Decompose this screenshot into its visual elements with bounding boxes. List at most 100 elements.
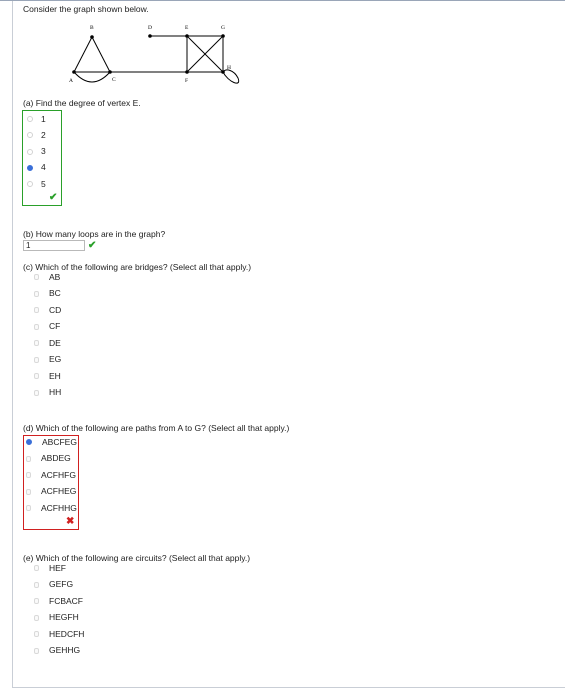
x-icon: ✖ xyxy=(66,516,75,527)
radio-button[interactable] xyxy=(27,132,33,139)
part-c-option-hh[interactable]: HH xyxy=(34,387,61,399)
option-label: ACFHFG xyxy=(41,469,76,480)
checkbox[interactable] xyxy=(34,565,39,571)
check-icon: ✔ xyxy=(49,192,58,203)
checkbox[interactable] xyxy=(34,323,39,330)
part-d-option-abcfeg[interactable]: ABCFEG xyxy=(26,436,77,448)
part-e-option-fcbacf[interactable]: FCBACF xyxy=(34,595,83,607)
checkbox[interactable] xyxy=(34,389,39,396)
part-a-question: (a) Find the degree of vertex E. xyxy=(23,98,141,108)
label-a: A xyxy=(69,78,73,84)
part-e-option-hef[interactable]: HEF xyxy=(34,562,66,574)
edge-bc xyxy=(91,36,111,73)
radio-button[interactable] xyxy=(27,148,33,155)
checkbox[interactable] xyxy=(26,488,31,495)
checkbox[interactable] xyxy=(34,598,39,604)
part-d-option-acfheg[interactable]: ACFHEG xyxy=(26,486,76,498)
radio-button[interactable] xyxy=(27,181,33,188)
option-label: HEF xyxy=(49,562,66,573)
loop-h xyxy=(222,69,240,84)
part-a-option-4[interactable]: 4 xyxy=(27,162,46,174)
label-g: G xyxy=(221,25,225,31)
part-c-option-de[interactable]: DE xyxy=(34,337,61,349)
option-label: ACFHEG xyxy=(41,486,77,496)
option-label: 1 xyxy=(41,113,46,124)
option-label: HEGFH xyxy=(49,612,79,622)
option-label: BC xyxy=(49,288,61,298)
option-label: EH xyxy=(49,370,61,381)
part-d-option-acfhhg[interactable]: ACFHHG xyxy=(26,502,77,514)
option-label: CD xyxy=(49,304,62,315)
option-label: ACFHHG xyxy=(41,502,77,513)
vertex-a xyxy=(72,70,76,74)
vertex-c xyxy=(108,70,112,74)
checkbox[interactable] xyxy=(34,340,39,346)
intro-text: Consider the graph shown below. xyxy=(23,4,149,14)
label-e: E xyxy=(185,25,189,31)
check-icon: ✔ xyxy=(88,240,97,251)
option-label: 4 xyxy=(41,162,46,173)
checkbox[interactable] xyxy=(26,439,32,445)
vertex-h xyxy=(221,70,225,74)
part-c-option-eg[interactable]: EG xyxy=(34,354,61,366)
option-label: HH xyxy=(49,387,62,397)
label-h: H xyxy=(227,65,231,71)
vertex-b xyxy=(90,35,94,39)
checkbox[interactable] xyxy=(34,614,39,621)
checkbox[interactable] xyxy=(26,472,31,478)
option-label: DE xyxy=(49,337,61,348)
part-e-option-hegfh[interactable]: HEGFH xyxy=(34,612,79,624)
checkbox[interactable] xyxy=(34,356,39,363)
part-d-option-abdeg[interactable]: ABDEG xyxy=(26,453,71,465)
option-label: GEHHG xyxy=(49,645,81,655)
label-d: D xyxy=(148,25,152,31)
option-label: 5 xyxy=(41,178,46,189)
option-label: 3 xyxy=(41,146,46,157)
edge-ab xyxy=(73,36,93,73)
label-c: C xyxy=(112,77,116,83)
part-a-option-2[interactable]: 2 xyxy=(27,129,46,141)
edge-ac-2 xyxy=(73,71,111,83)
part-c-option-cf[interactable]: CF xyxy=(34,321,60,333)
part-a-option-3[interactable]: 3 xyxy=(27,146,46,158)
part-d-option-acfhfg[interactable]: ACFHFG xyxy=(26,469,76,481)
option-label: 2 xyxy=(41,129,46,140)
part-e-option-gehhg[interactable]: GEHHG xyxy=(34,645,80,657)
part-c-option-cd[interactable]: CD xyxy=(34,304,61,316)
radio-button[interactable] xyxy=(27,164,33,171)
checkbox[interactable] xyxy=(34,307,39,313)
part-c-option-eh[interactable]: EH xyxy=(34,370,61,382)
graph-figure: A B C D E F G H xyxy=(69,25,240,84)
vertex-f xyxy=(185,70,189,74)
label-b: B xyxy=(90,25,94,31)
checkbox[interactable] xyxy=(34,290,39,297)
loops-answer-field[interactable]: 1 xyxy=(23,240,85,251)
option-label: HEDCFH xyxy=(49,628,85,639)
checkbox[interactable] xyxy=(34,274,39,280)
part-a-option-1[interactable]: 1 xyxy=(27,113,46,125)
part-c-option-bc[interactable]: BC xyxy=(34,288,61,300)
option-label: ABCFEG xyxy=(42,436,77,447)
vertex-e xyxy=(185,34,189,38)
vertex-g xyxy=(221,34,225,38)
option-label: AB xyxy=(49,271,61,282)
checkbox[interactable] xyxy=(34,373,39,379)
part-a-option-5[interactable]: 5 xyxy=(27,178,46,190)
checkbox[interactable] xyxy=(34,647,39,654)
part-b-question: (b) How many loops are in the graph? xyxy=(23,229,166,239)
option-label: CF xyxy=(49,321,61,331)
vertex-d xyxy=(148,34,152,38)
checkbox[interactable] xyxy=(34,631,39,637)
part-c-option-ab[interactable]: AB xyxy=(34,271,60,283)
checkbox[interactable] xyxy=(34,581,39,588)
radio-button[interactable] xyxy=(27,116,33,122)
option-label: GEFG xyxy=(49,579,74,589)
option-label: FCBACF xyxy=(49,595,83,606)
part-e-option-gefg[interactable]: GEFG xyxy=(34,579,73,591)
part-d-question: (d) Which of the following are paths fro… xyxy=(23,423,290,433)
part-e-option-hedcfh[interactable]: HEDCFH xyxy=(34,628,84,640)
checkbox[interactable] xyxy=(26,505,31,511)
option-label: EG xyxy=(49,354,62,364)
checkbox[interactable] xyxy=(26,455,31,462)
option-label: ABDEG xyxy=(41,453,71,463)
